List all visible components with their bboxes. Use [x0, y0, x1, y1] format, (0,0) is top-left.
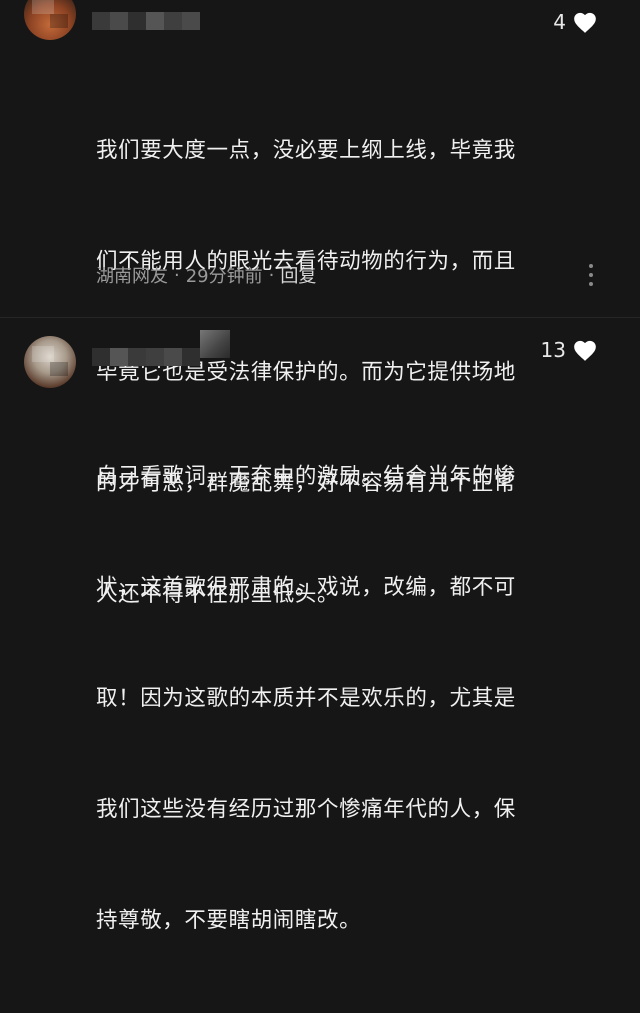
comment-line: 状，这首歌很严肃的。戏说，改编，都不可 [96, 575, 516, 600]
like-button[interactable]: 13 [541, 338, 598, 362]
comment-line: 我们这些没有经历过那个惨痛年代的人，保 [96, 797, 516, 822]
avatar-blur-region [32, 346, 54, 362]
like-count: 13 [540, 338, 566, 362]
avatar-blur-region [50, 362, 68, 376]
avatar[interactable] [24, 336, 76, 388]
reply-button[interactable]: 回复 [280, 262, 316, 288]
comment-text: 自己看歌词，无奈中的激励。结合当年的惨 状，这首歌很严肃的。戏说，改编，都不可 … [96, 384, 576, 1013]
heart-icon [574, 12, 596, 33]
heart-icon [574, 340, 596, 361]
more-vertical-icon[interactable] [588, 264, 594, 286]
comment-item: 13 自己看歌词，无奈中的激励。结合当年的惨 状，这首歌很严肃的。戏说，改编，都… [0, 318, 640, 933]
like-count: 4 [553, 10, 566, 34]
badge-blurred [200, 330, 230, 358]
meta-separator: · [268, 264, 275, 286]
comment-line: 我们要大度一点，没必要上纲上线，毕竟我 [96, 138, 516, 163]
comment-line: 取！因为这歌的本质并不是欢乐的，尤其是 [96, 686, 516, 711]
like-button[interactable]: 4 [553, 10, 598, 34]
comment-item: 4 我们要大度一点，没必要上纲上线，毕竟我 们不能用人的眼光去看待动物的行为，而… [0, 0, 640, 607]
avatar[interactable] [24, 0, 76, 40]
username-blurred[interactable] [92, 10, 200, 32]
meta-separator: · [174, 264, 180, 286]
timestamp: 29分钟前 [185, 266, 263, 287]
comment-line: 自己看歌词，无奈中的激励。结合当年的惨 [96, 464, 516, 489]
location-label: 湖南网友 [96, 266, 168, 287]
comment-meta: 湖南网友 · 29分钟前 · 回复 [96, 262, 316, 288]
avatar-blur-region [50, 14, 68, 28]
username-blurred[interactable] [92, 346, 200, 368]
avatar-blur-region [32, 0, 54, 14]
comment-line: 持尊敬，不要瞎胡闹瞎改。 [96, 908, 362, 933]
